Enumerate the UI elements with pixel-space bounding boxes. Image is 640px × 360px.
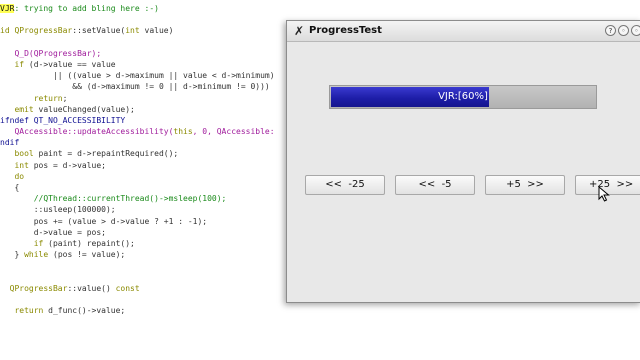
progress-label: VJR:[60%]: [438, 91, 488, 102]
decrease-25-button[interactable]: << -25: [305, 175, 385, 195]
code-token: {: [0, 183, 20, 192]
code-token: ::setValue(: [72, 26, 126, 36]
mouse-cursor-icon: [598, 186, 610, 202]
code-token: value): [139, 26, 174, 36]
code-token: : trying to add bling here :-): [14, 4, 159, 13]
code-token: ifndef QT_NO_ACCESSIBILITY: [0, 115, 126, 125]
window-titlebar[interactable]: ✗ ProgressTest ? ◦ ◦: [287, 21, 640, 42]
code-token: pos = d->value;: [28, 160, 106, 170]
code-token: || ((value > d->maximum || value < d->mi…: [0, 71, 275, 81]
code-token: VJR: [0, 4, 15, 13]
code-token: && (d->maximum != 0 || d->minimum != 0))…: [0, 82, 270, 92]
code-token: int: [125, 26, 140, 36]
code-token: return: [33, 93, 63, 103]
code-token: }: [0, 250, 25, 260]
minimize-button[interactable]: ◦: [618, 25, 629, 36]
code-token: bool: [14, 149, 34, 159]
code-token: return: [14, 306, 44, 316]
code-token: do: [14, 171, 25, 181]
code-token: d_func()->value;: [43, 306, 126, 316]
code-token: (pos != value);: [48, 250, 126, 260]
code-token: int: [14, 160, 29, 170]
code-token: if: [14, 59, 25, 69]
code-token: (paint) repaint();: [43, 238, 135, 248]
maximize-button[interactable]: ◦: [631, 25, 640, 36]
code-token: while: [24, 250, 49, 260]
code-token: QProgressBar: [14, 26, 73, 36]
code-token: paint = d->repaintRequired();: [33, 149, 179, 159]
decrease-5-button[interactable]: << -5: [395, 175, 475, 195]
code-token: id: [0, 26, 15, 36]
code-token: d->value = pos;: [0, 227, 106, 237]
code-token: (d->value == value: [24, 59, 116, 69]
code-token: ::value(): [67, 283, 116, 293]
code-line: VJR: trying to add bling here :-): [0, 3, 640, 14]
code-token: ndif: [0, 138, 20, 148]
code-line: return d_func()->value;: [0, 305, 640, 316]
code-token: , 0, QAccessible:: [192, 127, 275, 137]
help-button[interactable]: ?: [605, 25, 616, 36]
code-token: const: [115, 283, 140, 293]
progress-bar: VJR:[60%]: [329, 85, 597, 109]
code-token: this: [173, 127, 193, 137]
code-token: ::usleep(100000);: [0, 205, 116, 215]
code-token: valueChanged(value);: [33, 104, 135, 114]
code-token: emit: [14, 104, 34, 114]
app-x-icon: ✗: [293, 24, 305, 38]
code-token: ;: [62, 93, 68, 103]
window-title: ProgressTest: [309, 25, 382, 36]
code-token: Q_D(QProgressBar);: [0, 48, 102, 58]
code-token: QAccessible::updateAccessibility(: [0, 127, 174, 137]
code-token: QProgressBar: [9, 283, 68, 293]
progress-test-window: ✗ ProgressTest ? ◦ ◦ VJR:[60%] << -25 <<…: [286, 20, 640, 303]
increase-5-button[interactable]: +5 >>: [485, 175, 565, 195]
code-token: if: [33, 238, 44, 248]
code-token: //QThread::currentThread()->msleep(100);: [0, 194, 227, 204]
code-token: pos += (value > d->value ? +1 : -1);: [0, 216, 208, 226]
